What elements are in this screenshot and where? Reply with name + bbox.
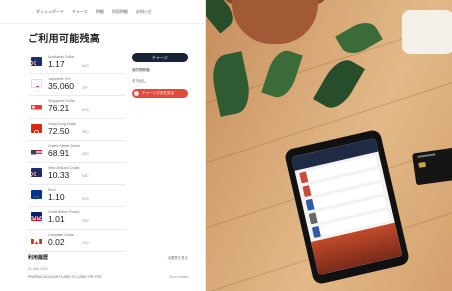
currency-item-jpy[interactable]: Japanese Yen 35,060 JPY (28, 74, 126, 97)
japan-flag-icon (31, 79, 42, 89)
currency-item-usd[interactable]: United States Dollar 68.91 USD (28, 141, 126, 163)
currency-item-cad[interactable]: Canadian Dollar 0.02 CAD (28, 230, 126, 252)
currency-amount: 0.02 (48, 236, 65, 247)
plant-leaf (208, 51, 254, 117)
view-all-history-link[interactable]: 全履歴を見る (168, 255, 188, 260)
uk-flag-icon (31, 212, 42, 222)
currency-code: EUR (82, 196, 89, 201)
balance-actions: チャージ 通貨間移動 引き出し チャージ方法を見る (132, 53, 188, 98)
currency-amount: 1.17 (48, 59, 65, 69)
currency-code: HKD (82, 130, 89, 135)
history-title: 利用履歴 (28, 255, 49, 261)
eu-flag-icon (31, 190, 42, 200)
currency-amount: 76.21 (48, 103, 70, 114)
currency-code: JPY (82, 85, 88, 90)
currency-code: CAD (82, 241, 89, 245)
history-row-detail-link[interactable]: Show details (169, 275, 188, 279)
hong-kong-flag-icon (31, 123, 42, 133)
nav-item-statement[interactable]: 明細 (96, 9, 104, 15)
tablet-screen (291, 137, 403, 276)
singapore-flag-icon (31, 101, 42, 111)
currency-item-sgd[interactable]: Singapore Dollar 76.21 SGD (28, 96, 126, 119)
currency-code: GBP (82, 218, 89, 223)
currency-code: NZD (82, 174, 89, 179)
web-app-panel: ダッシュボード チャージ 明細 利用明細 お知らせ ご利用可能残高 Austra… (0, 0, 206, 291)
nav-item-charge[interactable]: チャージ (72, 9, 88, 15)
transfer-link[interactable]: 通貨間移動 (132, 68, 188, 73)
card-chip-icon (418, 161, 426, 168)
currency-amount: 35,060 (48, 81, 74, 92)
history-row[interactable]: PREPAID ACCOUNT CARD TO CARD TRF FEE Sho… (28, 275, 188, 279)
withdraw-link[interactable]: 引き出し (132, 79, 188, 84)
nav-item-history[interactable]: 利用明細 (112, 9, 128, 15)
currency-item-gbp[interactable]: Great British Pound 1.01 GBP (28, 207, 126, 230)
page-title: ご利用可能残高 (28, 34, 101, 45)
coffee-cup (402, 10, 452, 54)
charge-method-button[interactable]: チャージ方法を見る (132, 89, 188, 98)
plant-leaf (261, 46, 303, 102)
card-logo (417, 153, 436, 158)
currency-code: USD (82, 152, 89, 157)
australia-flag-icon (31, 57, 42, 66)
nav-item-notices[interactable]: お知らせ (136, 9, 152, 15)
currency-item-hkd[interactable]: Hong Kong Dollar 72.50 HKD (28, 119, 126, 141)
new-zealand-flag-icon (31, 167, 42, 177)
transaction-history: 利用履歴 全履歴を見る 01 JAN 2024 PREPAID ACCOUNT … (28, 254, 188, 279)
currency-code: SGD (82, 107, 89, 112)
currency-item-aud[interactable]: Australian Dollar 1.17 AUD (28, 52, 126, 75)
plant-pot (232, 0, 318, 44)
history-row-text: PREPAID ACCOUNT CARD TO CARD TRF FEE (28, 275, 102, 279)
canada-flag-icon (31, 235, 42, 244)
currency-item-nzd[interactable]: New Zealand Dollar 10.33 NZD (28, 163, 126, 186)
currency-amount: 1.10 (48, 192, 65, 203)
currency-code: AUD (82, 63, 89, 68)
currency-amount: 72.50 (48, 125, 70, 136)
currency-balance-list: Australian Dollar 1.17 AUD Japanese Yen … (28, 52, 126, 252)
currency-amount: 10.33 (48, 169, 70, 180)
plant-leaf (313, 53, 365, 115)
charge-button[interactable]: チャージ (132, 53, 188, 62)
nav-item-dashboard[interactable]: ダッシュボード (36, 9, 64, 15)
currency-amount: 1.01 (48, 214, 65, 225)
history-date: 01 JAN 2024 (28, 267, 48, 271)
usa-flag-icon (31, 146, 42, 155)
prepaid-card (412, 146, 452, 186)
charge-method-label: チャージ方法を見る (142, 91, 175, 95)
currency-item-eur[interactable]: Euro 1.10 EUR (28, 185, 126, 208)
lifestyle-photo (206, 0, 452, 291)
top-navigation: ダッシュボード チャージ 明細 利用明細 お知らせ (0, 0, 205, 24)
arrow-circle-icon (134, 91, 139, 96)
currency-amount: 68.91 (48, 147, 70, 158)
